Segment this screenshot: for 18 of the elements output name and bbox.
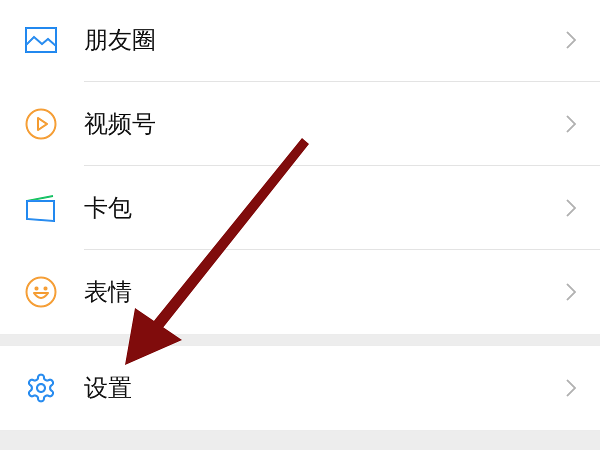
chevron-icon [566,30,576,48]
menu-item[interactable]: 朋友圈 [0,0,600,82]
menu-item[interactable]: 表情 [0,250,600,334]
chevron-icon [566,379,576,397]
wallet-icon [25,194,57,222]
menu-label: 表情 [84,277,133,308]
menu-label: 卡包 [84,192,133,224]
chevron-icon [566,283,576,301]
landscape-icon [25,27,57,53]
menu-item[interactable]: 设置 [0,346,600,430]
settings-icon [25,372,57,404]
play-icon [25,108,57,140]
menu-label: 设置 [84,373,133,404]
chevron-icon [566,114,576,132]
menu-label: 视频号 [84,108,157,140]
chevron-icon [566,198,576,216]
menu-label: 朋友圈 [84,24,157,56]
smiley-icon [25,276,57,308]
